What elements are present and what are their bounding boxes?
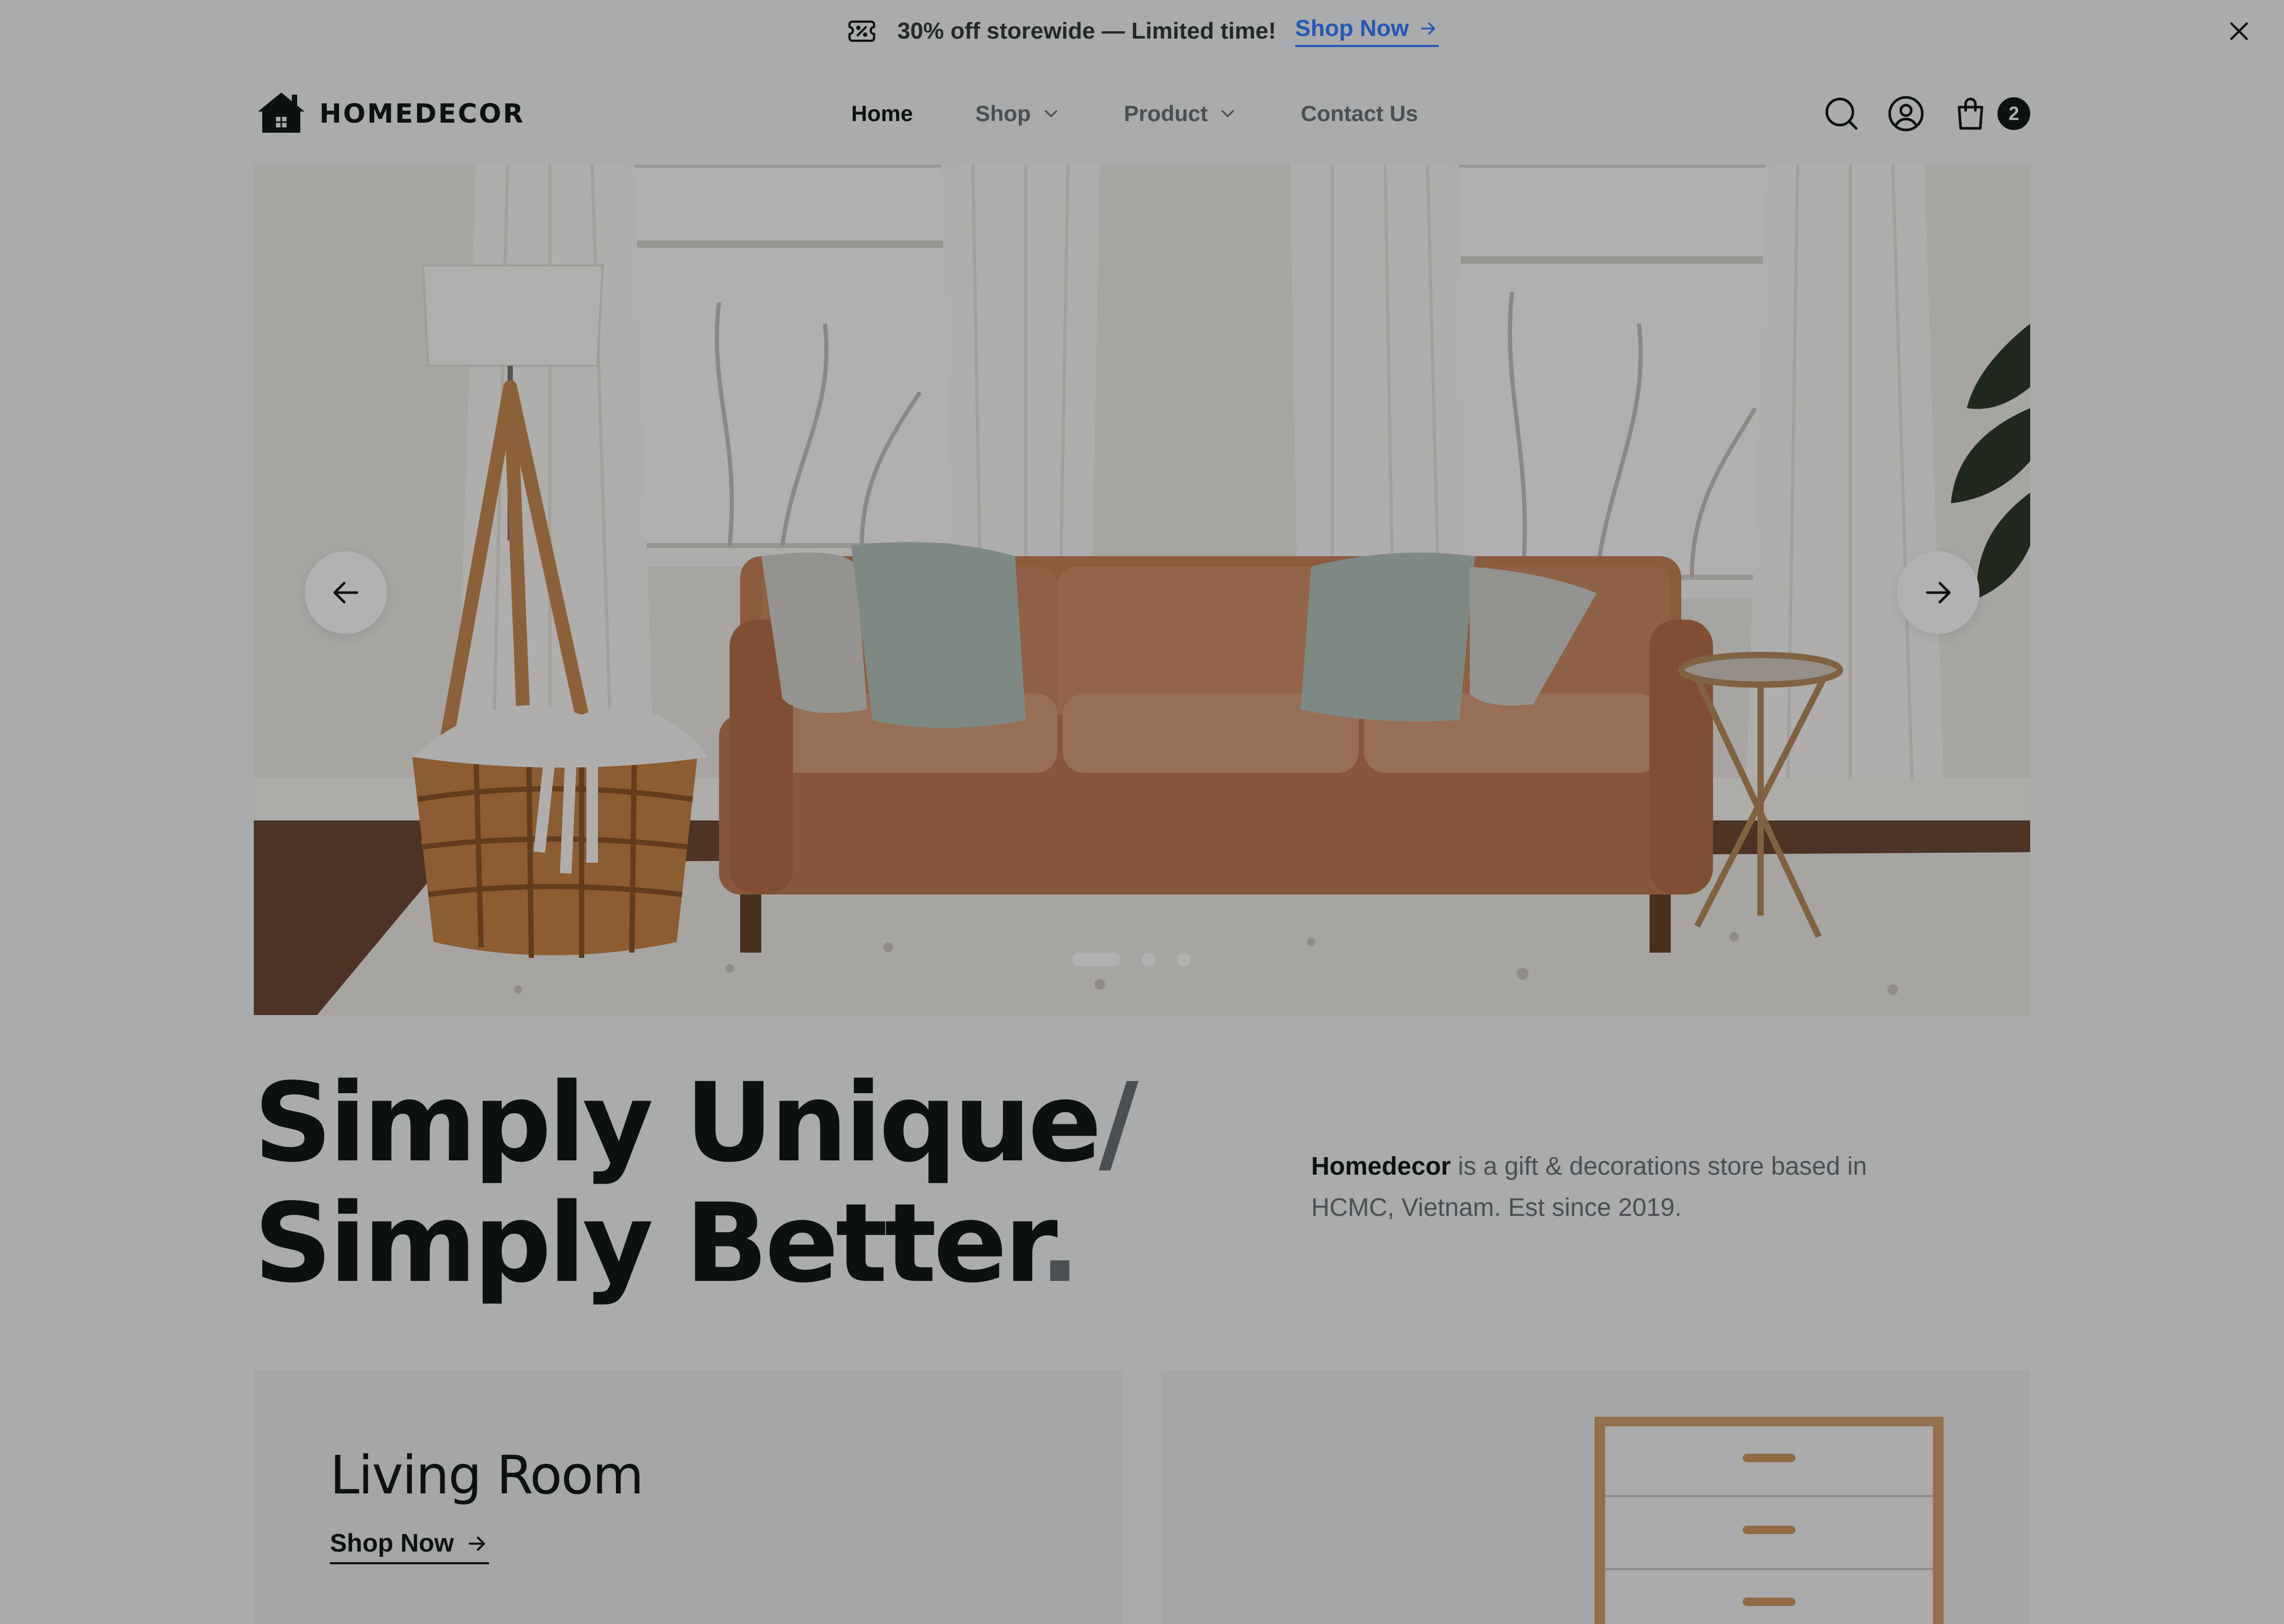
hero-next-button[interactable]	[1897, 551, 1979, 634]
nav-item-label: Contact Us	[1301, 101, 1419, 126]
chevron-down-icon	[1221, 110, 1235, 117]
promo-link-label: Shop Now	[1295, 15, 1409, 41]
nav-item-product[interactable]: Product	[1124, 101, 1239, 126]
ticket-percent-icon	[845, 15, 878, 48]
slide-indicator[interactable]	[1072, 953, 1121, 966]
search-icon[interactable]	[1822, 94, 1861, 133]
headline-line-2: Simply Better	[254, 1180, 1042, 1307]
nav-item-label: Shop	[975, 101, 1031, 126]
hero-headline: Simply Unique/ Simply Better.	[254, 1063, 1311, 1304]
brand-name: HOMEDECOR	[319, 98, 525, 129]
close-icon[interactable]	[2224, 16, 2254, 47]
chevron-down-icon	[1045, 110, 1057, 117]
arrow-right-icon	[1926, 582, 1951, 604]
promo-bar: 30% off storewide — Limited time! Shop N…	[0, 0, 2284, 62]
promo-shop-now-link[interactable]: Shop Now	[1295, 15, 1439, 47]
cart-count-badge: 2	[1997, 97, 2030, 130]
window-right	[1428, 165, 1798, 598]
user-account-icon[interactable]	[1886, 94, 1926, 133]
slide-indicator[interactable]	[1177, 953, 1191, 966]
nav-item-home[interactable]: Home	[851, 101, 913, 126]
arrow-right-icon	[1421, 22, 1435, 35]
headline-dot: .	[1039, 1180, 1080, 1307]
brand-logo[interactable]: HOMEDECOR	[254, 86, 525, 141]
slider-pagination	[254, 953, 2020, 966]
category-shop-now-link[interactable]: Shop Now	[330, 1529, 489, 1564]
category-link-label: Shop Now	[330, 1529, 454, 1557]
nav-item-label: Home	[851, 101, 913, 126]
category-title: Living Room	[330, 1444, 644, 1506]
main-nav: HOMEDECOR Home Shop Product Contact Us 2	[254, 62, 2030, 165]
nav-item-label: Product	[1123, 101, 1208, 126]
arrow-right-icon	[468, 1536, 485, 1551]
promo-text: 30% off storewide — Limited time!	[897, 18, 1276, 44]
basket	[412, 705, 708, 958]
hero-prev-button[interactable]	[305, 551, 387, 634]
category-card-living-room[interactable]: Living Room Shop Now	[254, 1370, 1123, 1624]
leather-sofa	[719, 542, 1713, 953]
headline-line-1: Simply Unique	[254, 1059, 1102, 1186]
category-card-dresser[interactable]	[1161, 1370, 2030, 1624]
about-brand: Homedecor	[1311, 1152, 1451, 1180]
arrow-left-icon	[333, 582, 358, 604]
about-description: Homedecor is a gift & decorations store …	[1311, 1146, 1946, 1229]
nav-item-shop[interactable]: Shop	[975, 101, 1062, 126]
window-left	[603, 165, 983, 567]
shopping-bag-icon	[1957, 97, 1984, 130]
house-logo-icon	[258, 93, 305, 133]
cart-button[interactable]: 2	[1951, 94, 2030, 133]
slide-indicator[interactable]	[1142, 953, 1156, 966]
headline-slash: /	[1099, 1059, 1138, 1186]
nav-menu: Home Shop Product Contact Us	[851, 62, 1418, 165]
hero-slider	[254, 165, 2030, 1015]
living-room-hero-image	[254, 165, 2030, 1015]
nav-tools: 2	[1822, 62, 2030, 165]
nav-item-contact-us[interactable]: Contact Us	[1301, 101, 1418, 126]
dresser-image	[1595, 1417, 1944, 1624]
